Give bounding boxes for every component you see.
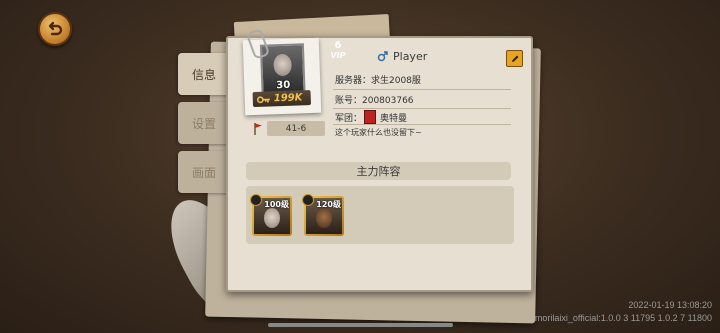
vip-badge: 6 VIP xyxy=(327,40,349,66)
tab-settings[interactable]: 设置 xyxy=(178,102,230,144)
signature-text: 这个玩家什么也没留下~ xyxy=(335,128,422,137)
back-button[interactable] xyxy=(38,12,72,46)
hero-level: 100级 xyxy=(264,200,289,209)
hero-class-icon xyxy=(250,194,262,206)
guild-banner-icon xyxy=(364,110,377,124)
hero-level: 120级 xyxy=(316,200,341,209)
tab-info-label: 信息 xyxy=(191,67,216,82)
male-gender-icon xyxy=(377,51,388,62)
hero-class-icon xyxy=(302,194,314,206)
vip-label: VIP xyxy=(330,51,346,60)
stage-text: 41-6 xyxy=(285,123,307,134)
hero-card[interactable]: 120级 xyxy=(302,194,344,236)
stage-progress: 41-6 xyxy=(253,121,325,136)
hero-face xyxy=(264,208,280,228)
home-indicator[interactable] xyxy=(268,323,453,327)
player-name: Player xyxy=(393,50,428,63)
version-text: morilaixi_official:1.0.0 3 11795 1.0.2 7… xyxy=(534,313,712,323)
signature-row: 这个玩家什么也没留下~ xyxy=(335,127,422,138)
divider xyxy=(333,124,511,125)
avatar-face xyxy=(273,53,292,77)
account-row: 账号：200803766 xyxy=(335,93,414,106)
divider xyxy=(333,89,511,90)
red-flag-icon xyxy=(254,122,262,135)
hero-face xyxy=(316,208,332,228)
account-text: 账号：200803766 xyxy=(335,96,414,106)
gold-bar: 199K xyxy=(252,90,312,108)
edit-name-button[interactable] xyxy=(506,50,523,67)
server-text: 服务器：求生2008服 xyxy=(335,76,421,86)
player-name-row: Player xyxy=(377,50,427,63)
hero-card[interactable]: 100级 xyxy=(250,194,292,236)
tab-settings-label: 设置 xyxy=(191,116,216,131)
lineup-title: 主力阵容 xyxy=(356,165,401,178)
tab-display-label: 画面 xyxy=(191,165,216,180)
stage-box: 41-6 xyxy=(267,121,325,136)
divider xyxy=(333,108,511,109)
pencil-icon xyxy=(511,55,518,62)
key-icon xyxy=(256,95,270,103)
tab-display[interactable]: 画面 xyxy=(178,151,230,193)
guild-label: 军团： xyxy=(335,113,363,124)
gold-amount: 199K xyxy=(273,92,303,105)
guild-name: 奥特曼 xyxy=(380,113,408,124)
return-arrow-icon xyxy=(48,21,63,36)
server-row: 服务器：求生2008服 xyxy=(335,73,421,86)
tab-info[interactable]: 信息 xyxy=(178,53,230,95)
timestamp-text: 2022-01-19 13:08:20 xyxy=(628,300,712,310)
vip-level: 6 xyxy=(334,40,342,51)
guild-row[interactable]: 军团： 奥特曼 xyxy=(335,110,407,124)
lineup-header: 主力阵容 xyxy=(246,162,511,180)
